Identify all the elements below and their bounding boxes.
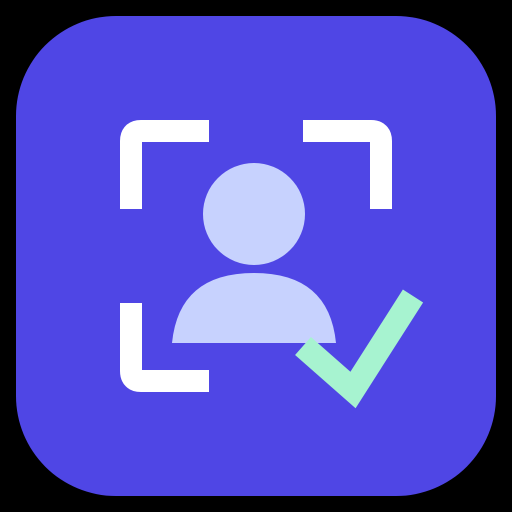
person-head: [203, 163, 305, 265]
face-verification-icon: [16, 16, 496, 496]
app-icon-tile: [16, 16, 496, 496]
icon-canvas: [0, 0, 512, 512]
